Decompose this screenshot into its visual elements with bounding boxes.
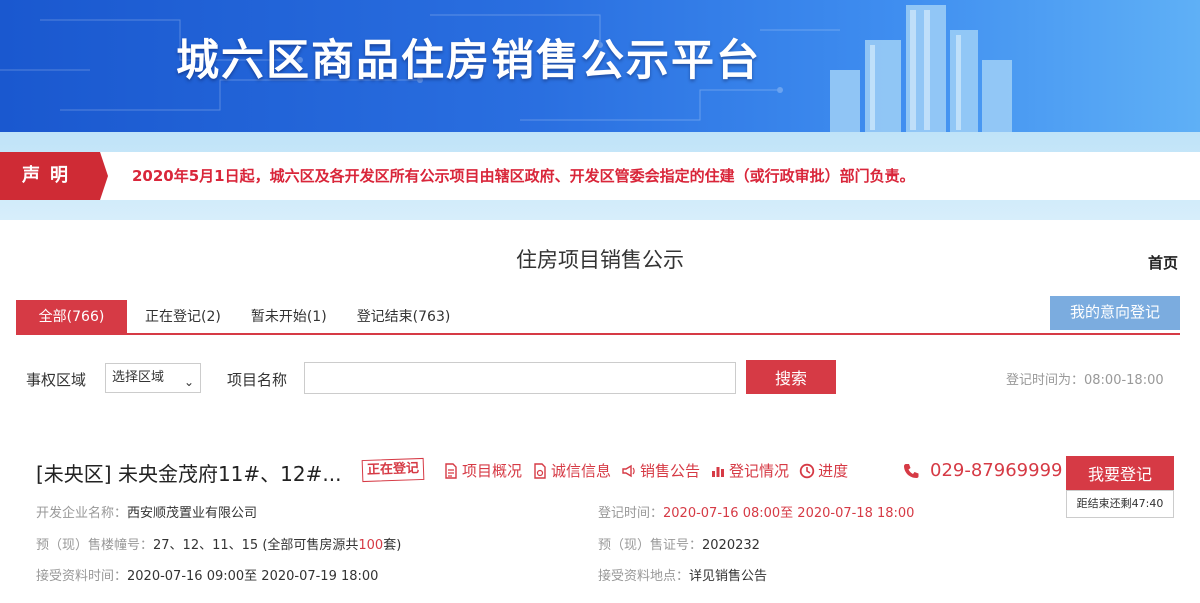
progress-label: 进度 [818, 462, 849, 480]
tab-not-started[interactable]: 暂未开始(1) [239, 300, 339, 334]
docs-place-label: 接受资料地点： [598, 569, 690, 584]
docs-place-info: 接受资料地点：详见销售公告 [598, 565, 767, 584]
countdown-timer: 距结束还剩47:40 [1066, 490, 1174, 518]
project-name-input[interactable] [304, 362, 736, 394]
banner-title: 城六区商品住房销售公示平台 [176, 36, 761, 86]
sales-notice-label: 销售公告 [640, 462, 701, 480]
docs-time-value: 2020-07-16 09:00至 2020-07-19 18:00 [127, 569, 379, 584]
permit-info: 预（现）售证号：2020232 [598, 534, 760, 553]
developer-label: 开发企业名称： [36, 506, 128, 521]
page-title: 住房项目销售公示 [516, 248, 684, 272]
tab-registering[interactable]: 正在登记(2) [133, 300, 233, 334]
district-select[interactable]: 选择区域 ⌄ [105, 363, 201, 393]
district-label: 事权区域 [26, 371, 87, 389]
notice-tag-arrow [100, 152, 108, 200]
phone-contact: 029-87969999 [902, 460, 1062, 481]
buildings-suffix: 套) [383, 538, 402, 553]
registration-period-value: 2020-07-16 08:00至 2020-07-18 18:00 [663, 506, 915, 521]
notice-text: 2020年5月1日起，城六区及各开发区所有公示项目由辖区政府、开发区管委会指定的… [132, 167, 915, 185]
registration-status-label: 登记情况 [729, 462, 790, 480]
permit-label: 预（现）售证号： [598, 538, 703, 553]
project-overview-link[interactable]: 项目概况 [443, 460, 522, 481]
progress-icon [799, 463, 815, 478]
progress-link[interactable]: 进度 [799, 460, 848, 481]
phone-icon [904, 463, 919, 478]
city-skyline-icon [830, 5, 1012, 132]
registration-period-label: 登记时间： [598, 506, 664, 521]
notice-tag: 声明 [0, 152, 100, 200]
sales-notice-link[interactable]: 销售公告 [621, 460, 700, 481]
my-registration-button[interactable]: 我的意向登记 [1050, 296, 1180, 330]
permit-value: 2020232 [702, 538, 760, 553]
registration-status-link[interactable]: 登记情况 [710, 460, 789, 481]
credit-info-link[interactable]: 诚信信息 [532, 460, 611, 481]
registration-hours: 登记时间为：08:00-18:00 [1006, 373, 1164, 388]
docs-time-info: 接受资料时间：2020-07-16 09:00至 2020-07-19 18:0… [36, 565, 378, 584]
register-button[interactable]: 我要登记 [1066, 456, 1174, 490]
document-icon [445, 462, 457, 479]
filter-tabs: 全部(766) 正在登记(2) 暂未开始(1) 登记结束(763) [16, 300, 468, 334]
bar-chart-icon [712, 466, 725, 477]
status-badge: 正在登记 [361, 457, 425, 483]
chevron-down-icon: ⌄ [183, 375, 194, 389]
project-title[interactable]: [未央区] 未央金茂府11#、12#... [36, 458, 341, 487]
project-overview-label: 项目概况 [462, 462, 523, 480]
credit-info-label: 诚信信息 [551, 462, 612, 480]
tab-ended[interactable]: 登记结束(763) [345, 300, 463, 334]
phone-number: 029-87969999 [930, 460, 1063, 481]
header-banner: 城六区商品住房销售公示平台 [0, 0, 1200, 132]
home-link[interactable]: 首页 [1148, 252, 1178, 273]
file-icon [534, 462, 546, 479]
developer-value: 西安顺茂置业有限公司 [127, 506, 258, 521]
buildings-count: 100 [358, 538, 384, 553]
project-links: 项目概况 诚信信息 销售公告 登记情况 进度 [443, 460, 848, 481]
tab-all[interactable]: 全部(766) [16, 300, 127, 334]
registration-period-info: 登记时间：2020-07-16 08:00至 2020-07-18 18:00 [598, 502, 914, 521]
megaphone-icon [622, 464, 635, 477]
docs-time-label: 接受资料时间： [36, 569, 128, 584]
tabs-underline [16, 333, 1180, 335]
district-select-value: 选择区域 [112, 370, 165, 385]
developer-info: 开发企业名称：西安顺茂置业有限公司 [36, 502, 257, 521]
search-button[interactable]: 搜索 [746, 360, 836, 394]
docs-place-value: 详见销售公告 [689, 569, 768, 584]
project-name-label: 项目名称 [227, 371, 288, 389]
buildings-info: 预（现）售楼幢号：27、12、11、15 (全部可售房源共100套) [36, 534, 401, 553]
buildings-label: 预（现）售楼幢号： [36, 538, 154, 553]
buildings-value: 27、12、11、15 (全部可售房源共 [153, 538, 359, 553]
